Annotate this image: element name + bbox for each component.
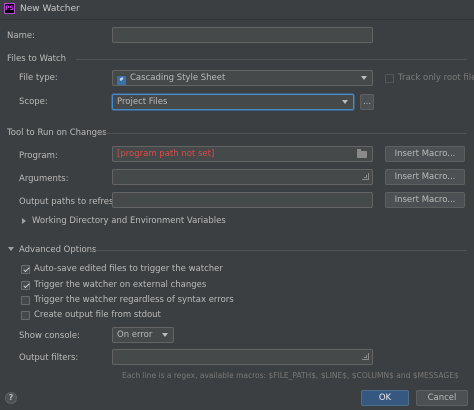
css-file-icon: # bbox=[117, 76, 126, 85]
chevron-down-icon bbox=[162, 333, 168, 337]
advanced-options-heading[interactable]: Advanced Options bbox=[19, 245, 96, 255]
auto-save-label: Auto-save edited files to trigger the wa… bbox=[34, 264, 223, 274]
chevron-down-icon[interactable] bbox=[8, 247, 14, 251]
program-value: [program path not set] bbox=[117, 149, 215, 159]
syntax-errors-label: Trigger the watcher regardless of syntax… bbox=[34, 295, 234, 305]
tool-separator bbox=[98, 133, 467, 134]
name-label: Name: bbox=[7, 31, 35, 41]
title-bar: PS New Watcher bbox=[0, 0, 474, 20]
output-filters-hint: Each line is a regex, available macros: … bbox=[122, 371, 459, 380]
help-icon[interactable]: ? bbox=[5, 392, 17, 404]
advanced-separator bbox=[90, 250, 467, 251]
files-to-watch-heading: Files to Watch bbox=[7, 54, 67, 64]
track-only-root-checkbox[interactable] bbox=[385, 74, 394, 83]
output-filters-input[interactable] bbox=[112, 349, 373, 365]
scope-label: Scope: bbox=[19, 97, 48, 107]
auto-save-checkbox[interactable] bbox=[21, 265, 30, 274]
output-paths-insert-macro-button[interactable]: Insert Macro... bbox=[385, 192, 465, 208]
program-input[interactable]: [program path not set] bbox=[112, 146, 373, 162]
cancel-button[interactable]: Cancel bbox=[416, 390, 468, 406]
external-changes-label: Trigger the watcher on external changes bbox=[34, 280, 207, 290]
arguments-label: Arguments: bbox=[19, 174, 69, 184]
chevron-down-icon bbox=[342, 100, 348, 104]
working-directory-toggle[interactable]: Working Directory and Environment Variab… bbox=[32, 216, 226, 226]
output-filters-label: Output filters: bbox=[19, 353, 79, 363]
chevron-down-icon bbox=[361, 76, 367, 80]
program-label: Program: bbox=[19, 151, 58, 161]
output-paths-label: Output paths to refresh: bbox=[19, 197, 122, 207]
window-title: New Watcher bbox=[20, 4, 80, 14]
chevron-right-icon[interactable] bbox=[22, 218, 26, 224]
file-type-label: File type: bbox=[19, 73, 58, 83]
track-only-root-label: Track only root files bbox=[398, 73, 474, 83]
arguments-input[interactable] bbox=[112, 169, 373, 185]
show-console-label: Show console: bbox=[19, 331, 80, 341]
program-insert-macro-button[interactable]: Insert Macro... bbox=[385, 146, 465, 162]
arguments-insert-macro-button[interactable]: Insert Macro... bbox=[385, 169, 465, 185]
output-paths-input[interactable] bbox=[112, 192, 373, 208]
file-type-value: Cascading Style Sheet bbox=[130, 73, 226, 83]
ok-button[interactable]: OK bbox=[361, 390, 409, 406]
stdout-output-label: Create output file from stdout bbox=[34, 310, 161, 320]
scope-value: Project Files bbox=[117, 97, 168, 107]
file-type-dropdown[interactable]: # Cascading Style Sheet bbox=[112, 70, 373, 86]
stdout-output-checkbox[interactable] bbox=[21, 311, 30, 320]
show-console-value: On error bbox=[117, 330, 153, 340]
expand-icon[interactable] bbox=[362, 173, 369, 180]
folder-browse-icon[interactable] bbox=[357, 149, 367, 158]
scope-dropdown[interactable]: Project Files bbox=[112, 94, 354, 110]
name-input[interactable] bbox=[112, 27, 373, 43]
syntax-errors-checkbox[interactable] bbox=[21, 296, 30, 305]
phpstorm-app-icon: PS bbox=[4, 3, 15, 14]
external-changes-checkbox[interactable] bbox=[21, 281, 30, 290]
scope-more-button[interactable]: ... bbox=[360, 94, 374, 110]
files-to-watch-separator bbox=[76, 59, 467, 60]
tool-heading: Tool to Run on Changes bbox=[7, 128, 107, 138]
show-console-dropdown[interactable]: On error bbox=[112, 327, 174, 343]
expand-icon[interactable] bbox=[362, 353, 369, 360]
